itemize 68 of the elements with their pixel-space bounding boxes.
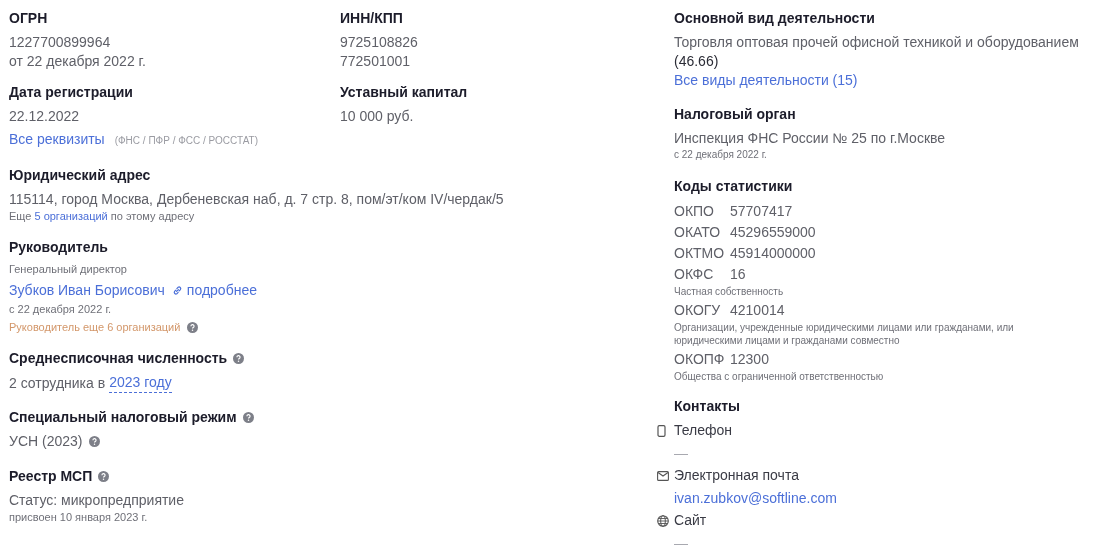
section-heading: Основной вид деятельности	[674, 9, 875, 27]
director-other-orgs[interactable]: Руководитель еще 6 организаций	[9, 320, 181, 335]
inn-value: 9725108826	[340, 33, 419, 52]
stat-code: ОКАТО	[674, 223, 722, 242]
activity-code: (46.66)	[674, 52, 720, 71]
help-icon[interactable]	[233, 352, 245, 364]
capital-value: 10 000 руб.	[340, 107, 415, 126]
empty-value-dash: —	[674, 445, 688, 461]
section-heading: Руководитель	[9, 238, 108, 256]
section-heading: Контакты	[674, 397, 740, 415]
all-requisites-link[interactable]: Все реквизиты	[9, 130, 105, 149]
stat-value: 45914000000	[730, 244, 816, 263]
envelope-icon	[657, 470, 669, 481]
stat-code: ОКТМО	[674, 244, 726, 263]
tax-office-since: с 22 декабря 2022 г.	[674, 148, 768, 162]
activity-value: Торговля оптовая прочей офисной техникой и оборудованием	[674, 33, 1080, 52]
globe-icon	[657, 514, 669, 527]
stat-note: Общества с ограниченной ответственностью	[674, 370, 885, 383]
section-heading: Налоговый орган	[674, 105, 796, 123]
stat-value: 57707417	[730, 202, 793, 221]
section-heading: Специальный налоговый режим	[9, 408, 237, 426]
msp-status: Статус: микропредприятие	[9, 491, 184, 510]
director-position: Генеральный директор	[9, 262, 128, 277]
ogrn-date: от 22 декабря 2022 г.	[9, 52, 147, 71]
stat-value: 4210014	[730, 301, 785, 320]
stat-code: ОКПО	[674, 202, 715, 221]
section-heading: ОГРН	[9, 9, 48, 27]
contact-label: Электронная почта	[674, 466, 799, 485]
stat-value: 12300	[730, 350, 769, 369]
tax-office-value: Инспекция ФНС России № 25 по г.Москве	[674, 129, 947, 148]
address-value: 115114, город Москва, Дербеневская наб, д. 7 стр. 8, пом/эт/ком IV/чердак/5	[9, 190, 505, 209]
stat-code: ОКОГУ	[674, 301, 722, 320]
section-heading: Дата регистрации	[9, 83, 133, 101]
registration-date: 22.12.2022	[9, 107, 81, 126]
msp-assigned: присвоен 10 января 2023 г.	[9, 510, 148, 525]
stat-note: Частная собственность	[674, 285, 785, 298]
year-link[interactable]: 2023 году	[109, 373, 172, 393]
section-heading: Уставный капитал	[340, 83, 468, 101]
help-icon[interactable]	[89, 436, 101, 447]
stat-note: Организации, учрежденные юридическими лицами или гражданами, или юридическими лицами и гражданами совместно	[674, 321, 1015, 347]
sources-note: (ФНС / ПФР / ФСС / РОССТАТ)	[114, 134, 259, 148]
section-heading: ИНН/КПП	[340, 9, 403, 27]
email-link[interactable]: ivan.zubkov@softline.com	[674, 490, 837, 506]
empty-value-dash: —	[674, 535, 688, 549]
headcount-text: 2 сотрудника в	[9, 373, 106, 393]
tax-regime-value: УСН (2023)	[9, 432, 83, 451]
stat-value: 45296559000	[730, 223, 816, 242]
director-name-link[interactable]: Зубков Иван Борисович	[9, 281, 165, 300]
contact-label: Сайт	[674, 511, 707, 530]
kpp-value: 772501001	[340, 52, 412, 71]
section-heading: Юридический адрес	[9, 166, 151, 184]
section-heading: Реестр МСП	[9, 467, 93, 485]
more-link[interactable]: подробнее	[171, 281, 257, 300]
section-heading: Среднесписочная численность	[9, 349, 228, 367]
help-icon[interactable]	[98, 470, 110, 482]
section-heading: Коды статистики	[674, 177, 793, 195]
phone-icon	[657, 424, 666, 437]
contact-label: Телефон	[674, 421, 733, 440]
ogrn-value: 1227700899964	[9, 33, 112, 52]
help-icon[interactable]	[187, 322, 199, 333]
all-activities-link[interactable]: Все виды деятельности (15)	[674, 71, 1103, 90]
stat-code: ОКОПФ	[674, 350, 726, 369]
link-icon	[171, 285, 183, 296]
stat-code: ОКФС	[674, 265, 715, 284]
stat-value: 16	[730, 265, 746, 284]
address-note: Еще 5 организаций по этому адресу	[9, 209, 196, 224]
help-icon[interactable]	[242, 411, 254, 423]
director-since: с 22 декабря 2022 г.	[9, 302, 113, 317]
